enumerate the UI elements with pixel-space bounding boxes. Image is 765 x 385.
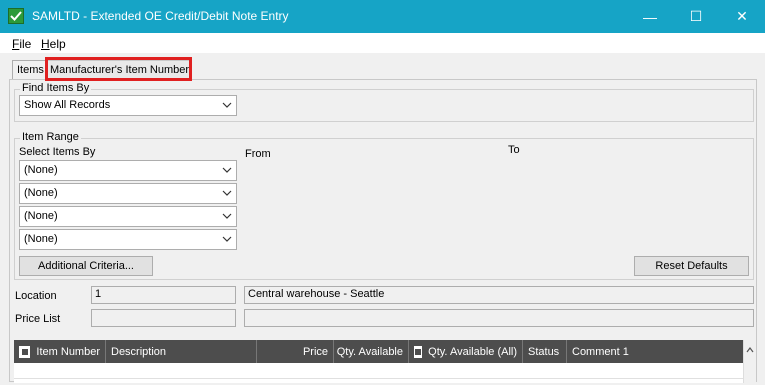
price-list-label: Price List xyxy=(15,313,61,325)
column-status[interactable]: Status xyxy=(523,340,567,363)
column-price[interactable]: Price xyxy=(257,340,334,363)
column-description[interactable]: Description xyxy=(106,340,257,363)
item-range-select-4[interactable]: (None) xyxy=(19,229,237,250)
menu-help[interactable]: Help xyxy=(41,37,66,51)
chevron-down-icon xyxy=(222,167,232,173)
menu-bar xyxy=(0,33,765,53)
minimize-button[interactable]: — xyxy=(627,0,673,33)
additional-criteria-button[interactable]: Additional Criteria... xyxy=(19,256,153,276)
grid-scrollbar[interactable] xyxy=(743,340,756,383)
highlight-box xyxy=(45,57,192,81)
find-items-group-title: Find Items By xyxy=(20,82,92,94)
column-qty-available-all[interactable]: Qty. Available (All) xyxy=(409,340,523,363)
chevron-up-icon[interactable] xyxy=(744,344,756,356)
maximize-button[interactable]: ☐ xyxy=(673,0,719,33)
item-range-group-title: Item Range xyxy=(20,131,81,143)
find-items-select[interactable]: Show All Records xyxy=(19,95,237,116)
chevron-down-icon xyxy=(222,102,232,108)
column-qty-available[interactable]: Qty. Available xyxy=(334,340,409,363)
tab-items[interactable]: Items xyxy=(12,60,49,79)
minimize-icon: — xyxy=(643,8,657,25)
select-items-by-label: Select Items By xyxy=(19,146,96,158)
flag-icon xyxy=(414,345,423,358)
grid-body[interactable] xyxy=(14,363,743,383)
from-label: From xyxy=(245,148,271,160)
price-list-field[interactable] xyxy=(91,309,236,327)
item-range-select-1[interactable]: (None) xyxy=(19,160,237,181)
chevron-down-icon xyxy=(222,213,232,219)
grid-header: Item Number Description Price Qty. Avail… xyxy=(14,340,743,363)
to-label: To xyxy=(508,144,520,156)
flag-icon xyxy=(19,345,31,358)
column-comment-1[interactable]: Comment 1 xyxy=(567,340,743,363)
checkmark-icon xyxy=(10,11,22,21)
close-icon: ✕ xyxy=(736,8,748,24)
app-icon xyxy=(8,8,24,24)
location-label: Location xyxy=(15,290,57,302)
price-list-description-field xyxy=(244,309,754,327)
location-field[interactable]: 1 xyxy=(91,286,236,304)
maximize-icon: ☐ xyxy=(689,8,703,24)
location-description-field: Central warehouse - Seattle xyxy=(244,286,754,304)
grid-row-divider xyxy=(14,378,743,379)
item-range-select-3[interactable]: (None) xyxy=(19,206,237,227)
chevron-down-icon xyxy=(222,190,232,196)
menu-file[interactable]: File xyxy=(12,37,31,51)
window-title: SAMLTD - Extended OE Credit/Debit Note E… xyxy=(32,9,289,23)
column-item-number[interactable]: Item Number xyxy=(14,340,106,363)
reset-defaults-button[interactable]: Reset Defaults xyxy=(634,256,749,276)
item-range-select-2[interactable]: (None) xyxy=(19,183,237,204)
close-button[interactable]: ✕ xyxy=(719,0,765,33)
chevron-down-icon xyxy=(222,236,232,242)
